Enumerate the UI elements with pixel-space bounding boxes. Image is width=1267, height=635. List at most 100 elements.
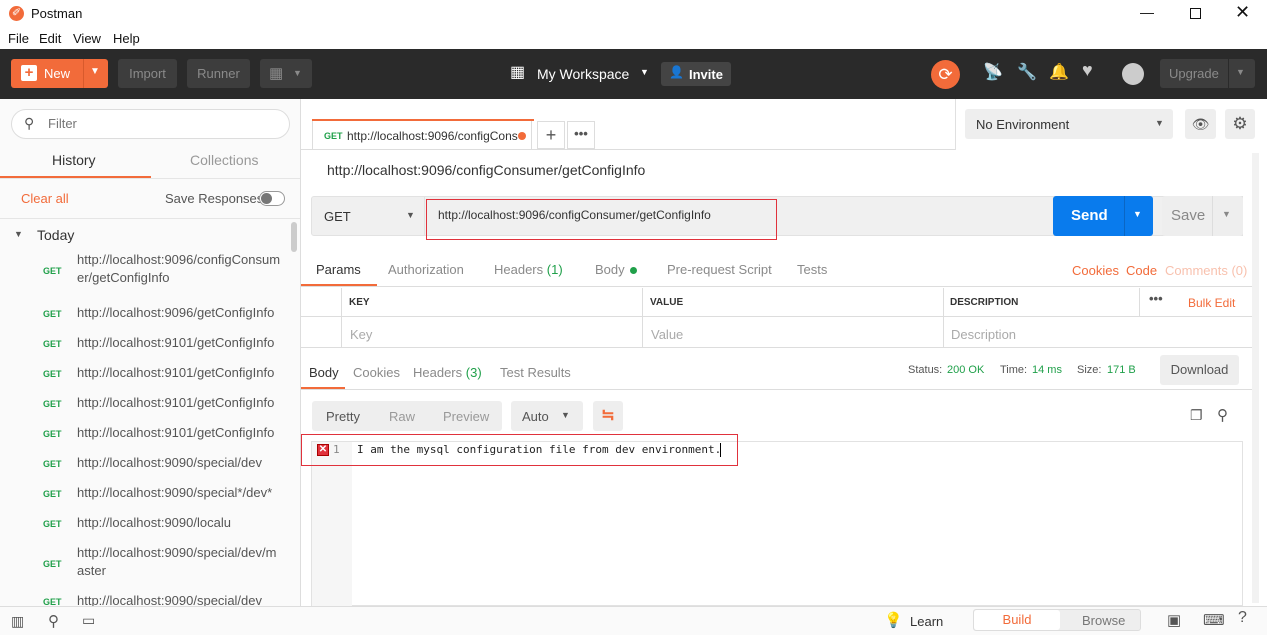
response-highlight-box bbox=[301, 434, 738, 466]
chevron-down-icon: ▼ bbox=[1236, 67, 1245, 77]
tab-authorization[interactable]: Authorization bbox=[388, 262, 464, 277]
cookies-link[interactable]: Cookies bbox=[1072, 263, 1119, 278]
response-tab-headers[interactable]: Headers (3) bbox=[413, 365, 482, 380]
preview-button[interactable]: Preview bbox=[443, 409, 489, 424]
history-item-method: GET bbox=[43, 369, 62, 379]
send-button[interactable]: Send ▼ bbox=[1053, 196, 1153, 236]
postman-logo-glyph: ✐ bbox=[11, 7, 22, 19]
menu-edit[interactable]: Edit bbox=[39, 31, 61, 46]
more-tabs-button[interactable]: ••• bbox=[567, 121, 595, 149]
menu-view[interactable]: View bbox=[73, 31, 101, 46]
workspace-selector[interactable]: ▦ My Workspace ▼ bbox=[510, 63, 650, 85]
satellite-icon[interactable]: 📡 bbox=[983, 62, 1003, 82]
save-responses-toggle[interactable] bbox=[259, 191, 285, 206]
save-button[interactable]: Save ▼ bbox=[1162, 196, 1243, 236]
history-item[interactable]: GET http://localhost:9090/special/dev bbox=[0, 454, 290, 472]
sync-icon[interactable]: ⟳ bbox=[931, 60, 960, 89]
gear-icon[interactable]: ⚙ bbox=[1225, 109, 1255, 139]
eye-icon[interactable]: 👁 bbox=[1185, 109, 1216, 139]
build-tab[interactable]: Build bbox=[974, 610, 1060, 630]
footer-bar: ▥ ⚲ ▭ 💡 Learn Build Browse ▣ ⌨ ? bbox=[0, 606, 1267, 635]
add-tab-button[interactable]: + bbox=[537, 121, 565, 149]
new-window-button[interactable]: ▦ ▼ bbox=[260, 59, 312, 88]
environment-select[interactable]: No Environment ▼ bbox=[965, 109, 1173, 139]
tab-prerequest-script[interactable]: Pre-request Script bbox=[667, 262, 772, 277]
format-select[interactable]: Auto ▼ bbox=[511, 401, 583, 431]
menu-file[interactable]: File bbox=[8, 31, 29, 46]
history-tab[interactable]: History bbox=[52, 152, 96, 168]
tab-params[interactable]: Params bbox=[316, 262, 361, 277]
bulk-edit-link[interactable]: Bulk Edit bbox=[1188, 296, 1235, 310]
history-item[interactable]: GET http://localhost:9101/getConfigInfo bbox=[0, 364, 290, 382]
menu-bar: File Edit View Help bbox=[0, 28, 1267, 49]
two-pane-icon[interactable]: ▣ bbox=[1167, 611, 1181, 629]
tab-headers[interactable]: Headers (1) bbox=[494, 262, 563, 277]
caret-down-icon[interactable]: ▼ bbox=[14, 229, 23, 239]
close-window-button[interactable]: ✕ bbox=[1235, 2, 1250, 23]
browse-tab[interactable]: Browse bbox=[1082, 613, 1125, 628]
history-item[interactable]: GET http://localhost:9101/getConfigInfo bbox=[0, 424, 290, 442]
wrench-icon[interactable]: 🔧 bbox=[1017, 62, 1037, 82]
console-icon[interactable]: ▭ bbox=[82, 612, 95, 629]
history-item[interactable]: GET http://localhost:9101/getConfigInfo bbox=[0, 394, 290, 412]
keyboard-shortcuts-icon[interactable]: ⌨ bbox=[1203, 611, 1225, 629]
invite-button[interactable]: 👤 Invite bbox=[661, 62, 731, 86]
pretty-button[interactable]: Pretty bbox=[326, 409, 360, 424]
history-item[interactable]: GET http://localhost:9101/getConfigInfo bbox=[0, 334, 290, 352]
add-user-icon: 👤 bbox=[669, 65, 684, 79]
runner-button[interactable]: Runner bbox=[187, 59, 250, 88]
main-scrollbar[interactable] bbox=[1252, 153, 1259, 603]
response-tab-body[interactable]: Body bbox=[309, 365, 339, 380]
import-button[interactable]: Import bbox=[118, 59, 177, 88]
minimize-button[interactable]: — bbox=[1140, 4, 1160, 22]
request-tab[interactable]: GET http://localhost:9096/configCons bbox=[312, 119, 534, 150]
download-button[interactable]: Download bbox=[1160, 355, 1239, 385]
bell-icon[interactable]: 🔔 bbox=[1049, 62, 1069, 82]
help-icon[interactable]: ? bbox=[1238, 609, 1247, 627]
param-description-input[interactable]: Description bbox=[951, 327, 1016, 342]
sidebar-scrollbar[interactable] bbox=[291, 222, 297, 252]
code-link[interactable]: Code bbox=[1126, 263, 1157, 278]
wrap-lines-icon[interactable]: ≒ bbox=[593, 401, 623, 431]
raw-button[interactable]: Raw bbox=[389, 409, 415, 424]
new-button[interactable]: + New ▼ bbox=[11, 59, 108, 88]
response-tab-test-results[interactable]: Test Results bbox=[500, 365, 571, 380]
maximize-button[interactable] bbox=[1190, 8, 1201, 19]
tab-tests[interactable]: Tests bbox=[797, 262, 827, 277]
param-value-input[interactable]: Value bbox=[651, 327, 683, 342]
title-bar: ✐ Postman — ✕ bbox=[0, 0, 1267, 28]
param-key-input[interactable]: Key bbox=[350, 327, 372, 342]
toggle-sidebar-icon[interactable]: ▥ bbox=[11, 613, 24, 630]
view-mode-group: Pretty Raw Preview bbox=[312, 401, 502, 431]
response-tab-cookies[interactable]: Cookies bbox=[353, 365, 400, 380]
clear-all-link[interactable]: Clear all bbox=[21, 191, 69, 206]
heart-icon[interactable]: ♥ bbox=[1082, 60, 1093, 81]
history-item-url: http://localhost:9090/special*/dev* bbox=[77, 485, 273, 500]
send-dropdown-icon[interactable]: ▼ bbox=[1133, 209, 1142, 219]
history-item[interactable]: GET http://localhost:9090/localu bbox=[0, 514, 290, 532]
upgrade-button[interactable]: Upgrade ▼ bbox=[1160, 59, 1255, 88]
learn-link[interactable]: Learn bbox=[910, 614, 943, 629]
history-item[interactable]: GET http://localhost:9090/special*/dev* bbox=[0, 484, 290, 502]
comments-link[interactable]: Comments (0) bbox=[1165, 263, 1247, 278]
search-icon[interactable]: ⚲ bbox=[1217, 406, 1228, 424]
collections-tab[interactable]: Collections bbox=[190, 152, 258, 168]
tab-body[interactable]: Body bbox=[595, 262, 638, 277]
filter-input[interactable] bbox=[48, 116, 278, 131]
find-icon[interactable]: ⚲ bbox=[48, 612, 59, 630]
planet-avatar-icon[interactable] bbox=[1122, 63, 1144, 85]
new-dropdown-icon[interactable]: ▼ bbox=[90, 66, 100, 77]
method-select[interactable]: GET ▼ bbox=[311, 196, 425, 236]
filter-search[interactable]: ⚲ bbox=[11, 109, 290, 139]
save-label: Save bbox=[1171, 207, 1206, 224]
chevron-down-icon: ▼ bbox=[1222, 209, 1231, 219]
menu-help[interactable]: Help bbox=[113, 31, 140, 46]
history-item[interactable]: GET http://localhost:9090/special/dev/mas… bbox=[0, 544, 290, 582]
history-item[interactable]: GET http://localhost:9096/configConsumer/… bbox=[0, 251, 290, 289]
lightbulb-icon[interactable]: 💡 bbox=[884, 611, 903, 629]
history-item-method: GET bbox=[43, 309, 62, 319]
copy-icon[interactable]: ❐ bbox=[1190, 407, 1203, 424]
history-item-url: http://localhost:9101/getConfigInfo bbox=[77, 395, 275, 410]
history-item[interactable]: GET http://localhost:9096/getConfigInfo bbox=[0, 304, 290, 322]
more-options-icon[interactable]: ••• bbox=[1149, 291, 1163, 306]
